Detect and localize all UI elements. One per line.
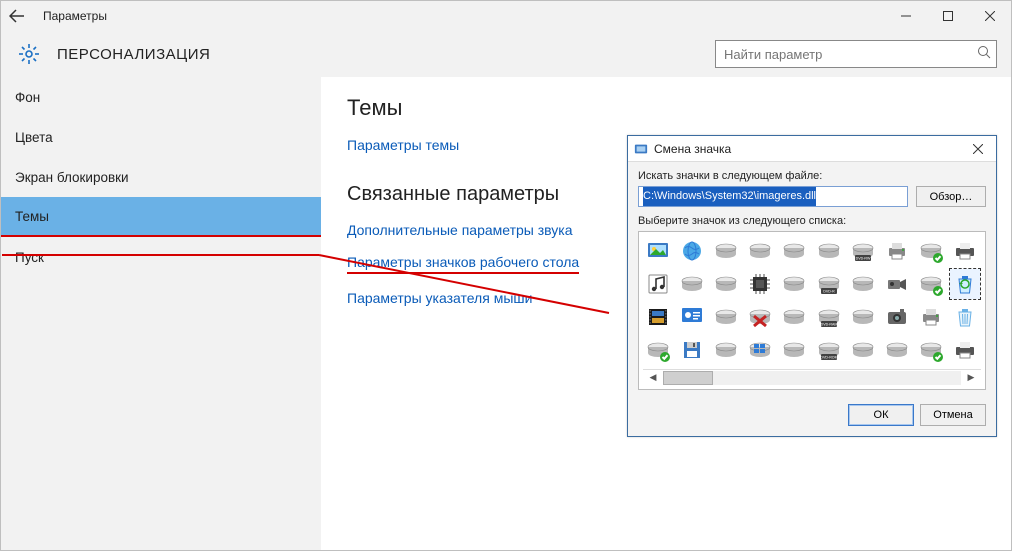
svg-text:DVD-R: DVD-R	[823, 290, 835, 294]
icon-option-disk[interactable]	[711, 302, 741, 332]
icon-option-disk[interactable]	[779, 236, 809, 266]
icon-option-disk-check[interactable]	[916, 236, 946, 266]
icon-option-camera[interactable]	[882, 302, 912, 332]
icon-path-input[interactable]: C:\Windows\System32\imageres.dll	[638, 186, 908, 207]
dialog-titlebar: Смена значка	[628, 136, 996, 162]
icon-option-disk[interactable]	[677, 269, 707, 299]
icon-option-recycle-sel[interactable]	[950, 269, 980, 299]
icon-option-disk[interactable]	[711, 236, 741, 266]
gear-icon	[19, 44, 39, 64]
sidebar-item-background[interactable]: Фон	[1, 77, 321, 117]
scroll-left-button[interactable]: ◀	[645, 371, 661, 385]
window-title: Параметры	[43, 9, 107, 23]
scroll-track[interactable]	[663, 371, 961, 385]
change-icon-dialog: Смена значка Искать значки в следующем ф…	[627, 135, 997, 437]
icon-option-disk[interactable]	[779, 302, 809, 332]
back-button[interactable]	[5, 4, 29, 28]
icon-option-dvd-rom[interactable]: DVD-ROM	[814, 335, 844, 365]
icon-option-printer[interactable]	[882, 236, 912, 266]
icon-option-printer2[interactable]	[950, 335, 980, 365]
scroll-thumb[interactable]	[663, 371, 713, 385]
icon-option-chip[interactable]	[745, 269, 775, 299]
icon-option-disk-check[interactable]	[916, 335, 946, 365]
sidebar-item-label: Фон	[15, 90, 40, 105]
search-icon[interactable]	[977, 45, 991, 62]
icon-path-value: C:\Windows\System32\imageres.dll	[643, 187, 816, 206]
sidebar-item-themes[interactable]: Темы	[1, 197, 321, 237]
sidebar-item-start[interactable]: Пуск	[1, 237, 321, 277]
icon-option-win-disk[interactable]	[745, 335, 775, 365]
search-input[interactable]	[715, 40, 997, 68]
browse-button[interactable]: Обзор…	[916, 186, 986, 207]
label-choose-icon: Выберите значок из следующего списка:	[638, 215, 986, 227]
dialog-app-icon	[634, 142, 648, 156]
icon-option-dvd-r[interactable]: DVD-R	[814, 269, 844, 299]
icon-option-disk-x[interactable]	[745, 302, 775, 332]
svg-text:DVD-RW: DVD-RW	[855, 257, 870, 261]
icon-option-photo[interactable]	[643, 236, 673, 266]
sidebar-item-label: Экран блокировки	[15, 170, 129, 185]
scroll-right-button[interactable]: ▶	[963, 371, 979, 385]
label-search-file: Искать значки в следующем файле:	[638, 170, 986, 182]
heading-themes: Темы	[347, 95, 1011, 121]
icon-option-floppy[interactable]	[677, 335, 707, 365]
cancel-button[interactable]: Отмена	[920, 404, 986, 426]
sidebar-item-label: Цвета	[15, 130, 53, 145]
settings-window: Параметры ПЕРСОНАЛИЗАЦИЯ Фон Цвета Экран…	[0, 0, 1012, 551]
icon-option-disk[interactable]	[711, 335, 741, 365]
sidebar-item-colors[interactable]: Цвета	[1, 117, 321, 157]
icon-option-dvd-ram[interactable]: DVD-RAM	[814, 302, 844, 332]
icon-option-disk[interactable]	[848, 335, 878, 365]
icon-option-globe[interactable]	[677, 236, 707, 266]
icon-option-disk[interactable]	[848, 302, 878, 332]
icon-option-music[interactable]	[643, 269, 673, 299]
icon-option-disk[interactable]	[882, 335, 912, 365]
svg-text:DVD-ROM: DVD-ROM	[820, 356, 837, 360]
icon-option-camcorder[interactable]	[882, 269, 912, 299]
titlebar: Параметры	[1, 1, 1011, 31]
icon-option-recycle[interactable]	[950, 302, 980, 332]
sidebar-item-lockscreen[interactable]: Экран блокировки	[1, 157, 321, 197]
icon-option-printer[interactable]	[916, 302, 946, 332]
search-field-wrap	[715, 40, 997, 68]
minimize-button[interactable]	[885, 2, 927, 30]
link-desktop-icon-settings[interactable]: Параметры значков рабочего стола	[347, 254, 579, 274]
maximize-button[interactable]	[927, 2, 969, 30]
icon-option-disk-check[interactable]	[916, 269, 946, 299]
icon-list: DVD-RW DVD-	[638, 231, 986, 390]
sidebar: Фон Цвета Экран блокировки Темы Пуск	[1, 77, 321, 550]
sidebar-item-label: Темы	[15, 209, 49, 224]
close-button[interactable]	[969, 2, 1011, 30]
icon-option-disk[interactable]	[745, 236, 775, 266]
icon-option-disk[interactable]	[779, 335, 809, 365]
ok-button[interactable]: ОК	[848, 404, 914, 426]
icon-option-disk[interactable]	[779, 269, 809, 299]
icon-option-printer2[interactable]	[950, 236, 980, 266]
section-title: ПЕРСОНАЛИЗАЦИЯ	[57, 46, 210, 63]
icon-list-scrollbar: ◀ ▶	[643, 369, 981, 385]
icon-option-disk[interactable]	[848, 269, 878, 299]
icon-option-disk[interactable]	[711, 269, 741, 299]
icon-option-disk[interactable]	[814, 236, 844, 266]
icon-option-film[interactable]	[643, 302, 673, 332]
icon-option-dvd-rw[interactable]: DVD-RW	[848, 236, 878, 266]
sidebar-item-label: Пуск	[15, 250, 44, 265]
icon-option-settings[interactable]	[677, 302, 707, 332]
svg-text:DVD-RAM: DVD-RAM	[820, 323, 837, 327]
dialog-title: Смена значка	[654, 142, 731, 156]
icon-option-disk-check[interactable]	[643, 335, 673, 365]
dialog-close-button[interactable]	[966, 139, 990, 159]
headerbar: ПЕРСОНАЛИЗАЦИЯ	[1, 31, 1011, 77]
